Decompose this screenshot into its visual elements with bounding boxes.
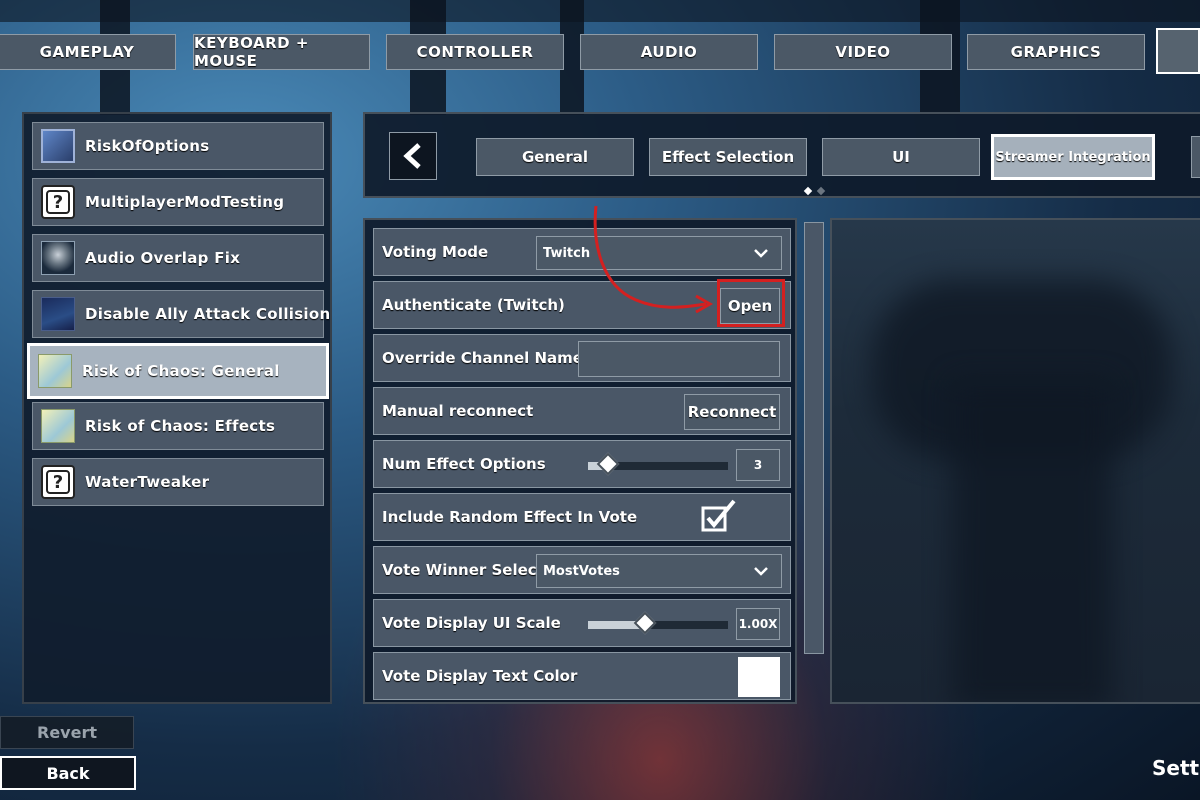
setting-num-effect-options: Num Effect Options 3: [373, 440, 791, 488]
setting-label: Vote Winner Selectio: [382, 561, 542, 579]
setting-label: Vote Display UI Scale: [382, 614, 561, 632]
slider-thumb[interactable]: [634, 611, 657, 635]
highlight-box: [717, 279, 785, 327]
chaos-icon: [41, 409, 75, 443]
mod-item-label: Disable Ally Attack Collision: [85, 305, 331, 323]
question-icon: ?: [41, 465, 75, 499]
setting-include-random: Include Random Effect In Vote: [373, 493, 791, 541]
setting-vote-text-color: Vote Display Text Color: [373, 652, 791, 700]
mod-list-panel: RiskOfOptions ? MultiplayerModTesting Au…: [22, 112, 332, 704]
chevron-down-icon: [754, 249, 768, 258]
back-button[interactable]: Back: [0, 756, 136, 790]
settings-scrollbar[interactable]: [804, 222, 824, 654]
chaos-icon: [38, 354, 72, 388]
ui-scale-value[interactable]: 1.00X: [736, 608, 780, 640]
mod-item-riskofoptions[interactable]: RiskOfOptions: [32, 122, 324, 170]
setting-label: Include Random Effect In Vote: [382, 508, 638, 526]
audio-fix-icon: [41, 241, 75, 275]
channel-name-input[interactable]: [578, 341, 780, 377]
mod-item-label: Risk of Chaos: Effects: [85, 417, 276, 435]
mod-item-disable-ally-attack-collision[interactable]: Disable Ally Attack Collision: [32, 290, 330, 338]
mod-item-watertweaker[interactable]: ? WaterTweaker: [32, 458, 324, 506]
mod-item-label: WaterTweaker: [85, 473, 210, 491]
num-effect-slider[interactable]: [588, 452, 728, 476]
tab-gameplay[interactable]: GAMEPLAY: [0, 34, 176, 70]
setting-vote-winner: Vote Winner Selectio MostVotes: [373, 546, 791, 594]
settings-title: Setti: [1152, 756, 1200, 780]
vote-winner-dropdown[interactable]: MostVotes: [536, 554, 782, 588]
dropdown-value: MostVotes: [543, 563, 620, 579]
tab-audio[interactable]: AUDIO: [580, 34, 758, 70]
mod-item-label: Audio Overlap Fix: [85, 249, 241, 267]
background-canopy: [0, 0, 1200, 22]
setting-label: Vote Display Text Color: [382, 667, 578, 685]
preview-blur: [952, 380, 1112, 702]
chevron-left-icon: [403, 143, 421, 169]
question-icon: ?: [41, 185, 75, 219]
annotation-arrow: [593, 205, 714, 314]
riskofoptions-icon: [41, 129, 75, 163]
tab-ui[interactable]: UI: [822, 138, 980, 176]
mod-item-audio-overlap-fix[interactable]: Audio Overlap Fix: [32, 234, 324, 282]
preview-pane: [830, 218, 1200, 704]
setting-label: Authenticate (Twitch): [382, 296, 565, 314]
setting-voting-mode: Voting Mode Twitch: [373, 228, 791, 276]
collision-icon: [41, 297, 75, 331]
tab-keyboard-mouse[interactable]: KEYBOARD + MOUSE: [193, 34, 370, 70]
page-dot-active[interactable]: [803, 186, 813, 196]
ui-scale-slider[interactable]: [588, 611, 728, 635]
back-category-button[interactable]: [389, 132, 437, 180]
mod-item-label: MultiplayerModTesting: [85, 193, 285, 211]
category-tab-bar: General Effect Selection UI Streamer Int…: [363, 112, 1200, 198]
tab-mod-options[interactable]: [1156, 28, 1200, 74]
setting-override-channel: Override Channel Name: [373, 334, 791, 382]
tab-effect-selection[interactable]: Effect Selection: [649, 138, 807, 176]
mod-item-label: Risk of Chaos: General: [82, 362, 280, 380]
include-random-checkbox[interactable]: [700, 498, 738, 534]
mod-item-label: RiskOfOptions: [85, 137, 210, 155]
reconnect-button[interactable]: Reconnect: [684, 394, 780, 430]
setting-manual-reconnect: Manual reconnect Reconnect: [373, 387, 791, 435]
setting-label: Num Effect Options: [382, 455, 546, 473]
mod-item-risk-of-chaos-effects[interactable]: Risk of Chaos: Effects: [32, 402, 324, 450]
mod-item-risk-of-chaos-general[interactable]: Risk of Chaos: General: [27, 343, 329, 399]
tab-graphics[interactable]: GRAPHICS: [967, 34, 1145, 70]
setting-label: Voting Mode: [382, 243, 489, 261]
page-dot[interactable]: [816, 186, 826, 196]
num-effect-value[interactable]: 3: [736, 449, 780, 481]
tab-general[interactable]: General: [476, 138, 634, 176]
slider-thumb[interactable]: [596, 452, 619, 476]
tab-streamer-integration[interactable]: Streamer Integration: [991, 134, 1155, 180]
chevron-down-icon: [754, 567, 768, 576]
setting-label: Override Channel Name: [382, 349, 583, 367]
mod-item-multiplayermodtesting[interactable]: ? MultiplayerModTesting: [32, 178, 324, 226]
text-color-swatch[interactable]: [738, 657, 780, 697]
setting-vote-display-scale: Vote Display UI Scale 1.00X: [373, 599, 791, 647]
tab-overflow[interactable]: [1191, 136, 1200, 178]
tab-video[interactable]: VIDEO: [774, 34, 952, 70]
setting-label: Manual reconnect: [382, 402, 534, 420]
dropdown-value: Twitch: [543, 245, 591, 261]
tab-controller[interactable]: CONTROLLER: [386, 34, 564, 70]
revert-button[interactable]: Revert: [0, 716, 134, 749]
